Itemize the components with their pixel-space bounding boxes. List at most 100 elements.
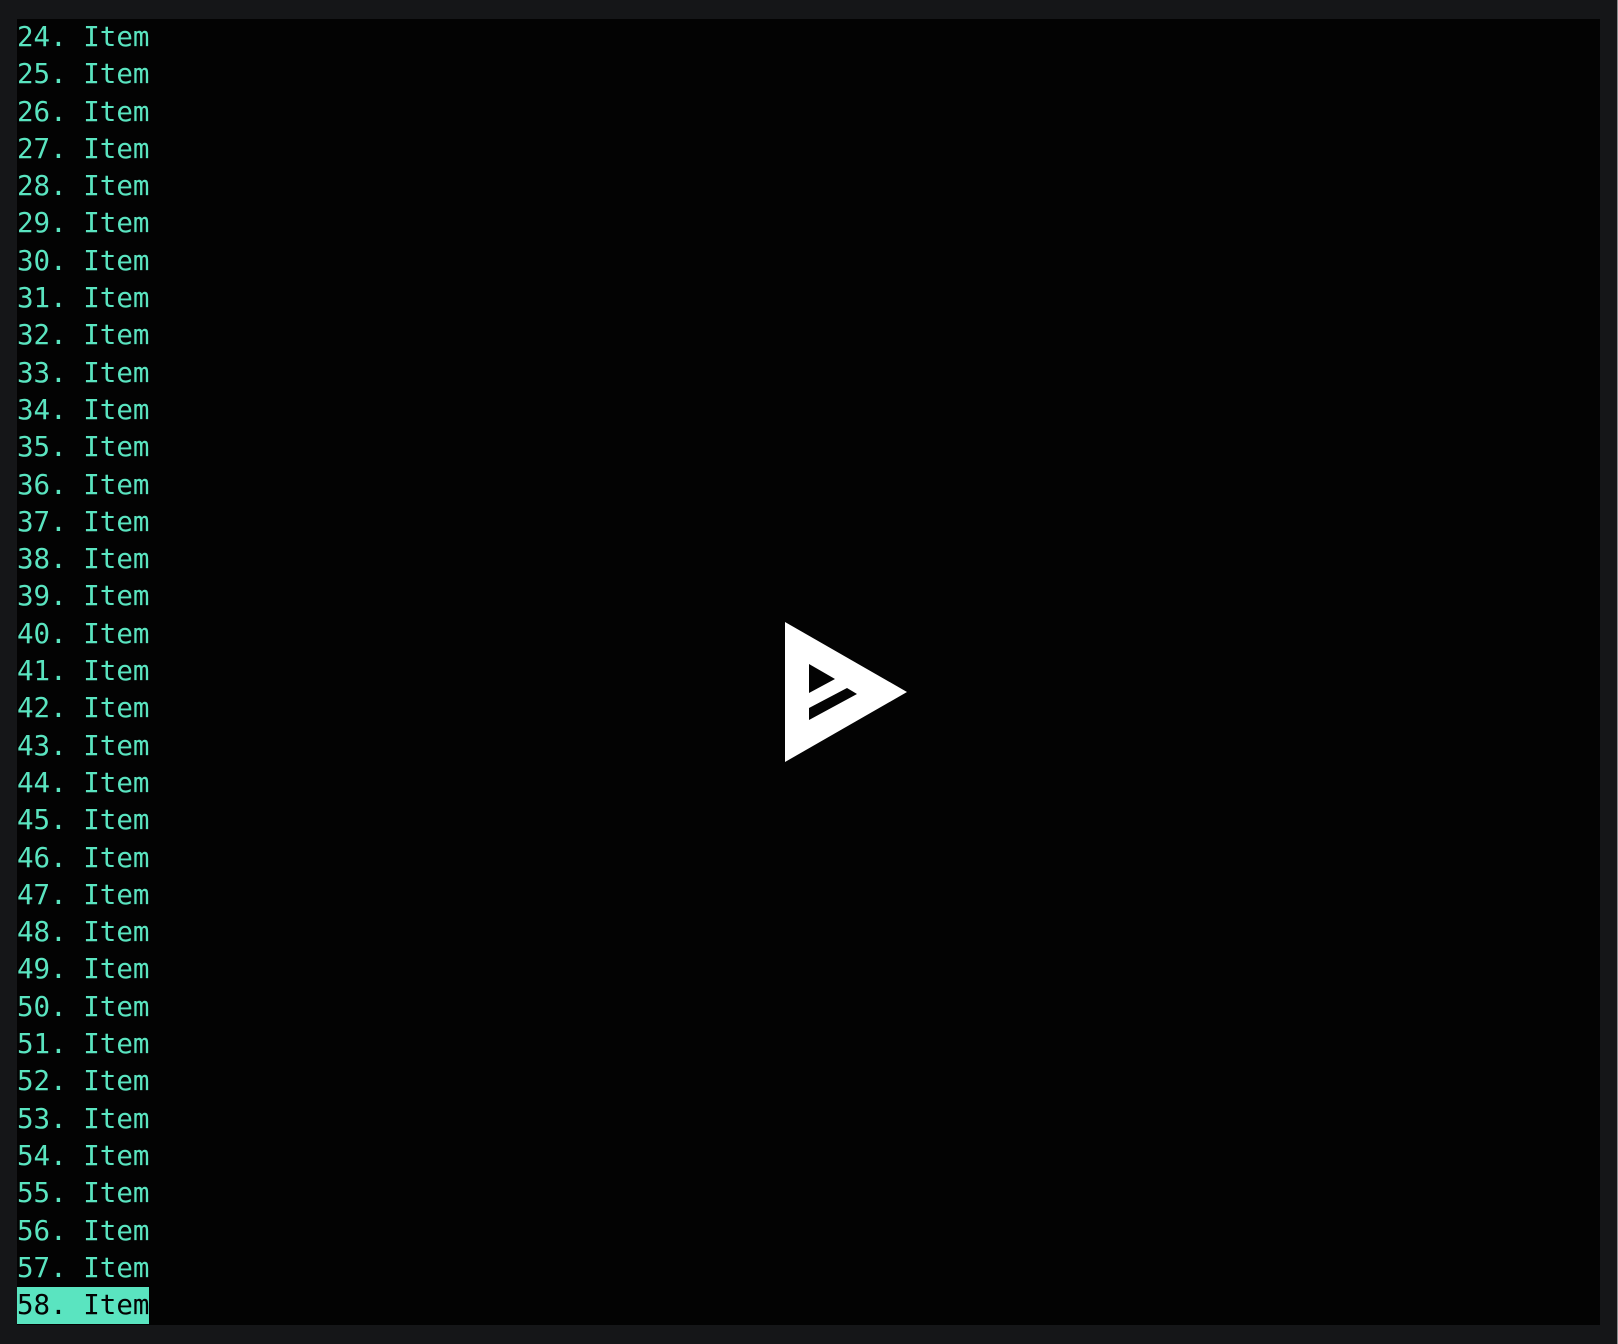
- list-item-number: 42.: [17, 692, 67, 725]
- list-item-text: 28. Item: [17, 168, 149, 205]
- list-item-number: 58.: [17, 1289, 67, 1322]
- list-item-label: Item: [83, 580, 150, 613]
- list-item[interactable]: 52. Item: [17, 1063, 149, 1100]
- list-item[interactable]: 56. Item: [17, 1213, 149, 1250]
- list-item-label: Item: [83, 804, 150, 837]
- list-item-text: 57. Item: [17, 1250, 149, 1287]
- list-item[interactable]: 38. Item: [17, 541, 149, 578]
- list-item-number: 50.: [17, 990, 67, 1023]
- list-item-number: 27.: [17, 132, 67, 165]
- list-item-number: 39.: [17, 580, 67, 613]
- list-item-text: 51. Item: [17, 1026, 149, 1063]
- list-item-text: 54. Item: [17, 1138, 149, 1175]
- list-item-label: Item: [83, 1251, 150, 1284]
- list-item-label: Item: [83, 282, 150, 315]
- list-item-text: 35. Item: [17, 429, 149, 466]
- list-item-number: 52.: [17, 1065, 67, 1098]
- list-item-label: Item: [83, 505, 150, 538]
- list-item[interactable]: 57. Item: [17, 1250, 149, 1287]
- list-item-number: 26.: [17, 95, 67, 128]
- list-item[interactable]: 34. Item: [17, 392, 149, 429]
- list-item[interactable]: 55. Item: [17, 1175, 149, 1212]
- list-item-selected[interactable]: 58. Item: [17, 1287, 150, 1325]
- list-item-text: 46. Item: [17, 840, 149, 877]
- list-item-label: Item: [83, 356, 150, 389]
- list-item-number: 51.: [17, 1028, 67, 1061]
- list-item-label: Item: [83, 1177, 150, 1210]
- list-item[interactable]: 53. Item: [17, 1101, 149, 1138]
- list-item[interactable]: 37. Item: [17, 504, 149, 541]
- list-item[interactable]: 54. Item: [17, 1138, 149, 1175]
- list-item-label: Item: [83, 692, 150, 725]
- list-item-label: Item: [83, 58, 150, 91]
- list-item[interactable]: 25. Item: [17, 56, 149, 93]
- list-item[interactable]: 30. Item: [17, 243, 149, 280]
- list-item-text: 36. Item: [17, 467, 149, 504]
- list-item-label: Item: [83, 170, 150, 203]
- list-item[interactable]: 43. Item: [17, 728, 149, 765]
- list-item-label: Item: [83, 207, 150, 240]
- list-item[interactable]: 32. Item: [17, 317, 149, 354]
- list-item-label: Item: [83, 655, 150, 688]
- list-item[interactable]: 41. Item: [17, 653, 149, 690]
- list-item[interactable]: 29. Item: [17, 205, 149, 242]
- list-item-text: 33. Item: [17, 355, 149, 392]
- play-logo-icon[interactable]: [785, 622, 907, 762]
- list-item[interactable]: 36. Item: [17, 467, 149, 504]
- list-item-text: 58. Item: [17, 1287, 150, 1325]
- list-item[interactable]: 45. Item: [17, 802, 149, 839]
- list-item-text: 55. Item: [17, 1175, 149, 1212]
- list-item-label: Item: [83, 766, 150, 799]
- list-item-label: Item: [83, 729, 150, 762]
- list-item-number: 30.: [17, 244, 67, 277]
- list-item[interactable]: 49. Item: [17, 951, 149, 988]
- list-item-label: Item: [83, 953, 150, 986]
- list-item-label: Item: [83, 1139, 150, 1172]
- list-item-number: 49.: [17, 953, 67, 986]
- list-item[interactable]: 51. Item: [17, 1026, 149, 1063]
- list-item[interactable]: 47. Item: [17, 877, 149, 914]
- list-item-text: 49. Item: [17, 951, 149, 988]
- list-item-number: 56.: [17, 1214, 67, 1247]
- list-item[interactable]: 24. Item: [17, 19, 149, 56]
- list-item[interactable]: 33. Item: [17, 355, 149, 392]
- list-item-text: 52. Item: [17, 1063, 149, 1100]
- list-item-text: 24. Item: [17, 19, 149, 56]
- list-item-number: 37.: [17, 505, 67, 538]
- list-item[interactable]: 42. Item: [17, 690, 149, 727]
- list-item[interactable]: 44. Item: [17, 765, 149, 802]
- player-frame: 24. Item 25. Item 26. Item 27. Item 28. Item…: [0, 0, 1618, 1344]
- list-item-number: 34.: [17, 393, 67, 426]
- list-item[interactable]: 50. Item: [17, 989, 149, 1026]
- list-item-label: Item: [83, 617, 150, 650]
- list-item-text: 48. Item: [17, 914, 149, 951]
- list-item-text: 30. Item: [17, 243, 149, 280]
- list-item[interactable]: 40. Item: [17, 616, 149, 653]
- list-item-text: 41. Item: [17, 653, 149, 690]
- list-item[interactable]: 35. Item: [17, 429, 149, 466]
- list-item-number: 43.: [17, 729, 67, 762]
- list-item[interactable]: 26. Item: [17, 94, 149, 131]
- list-item-number: 38.: [17, 543, 67, 576]
- list-item-label: Item: [83, 1028, 150, 1061]
- list-item-text: 29. Item: [17, 205, 149, 242]
- list-item-text: 27. Item: [17, 131, 149, 168]
- list-item[interactable]: 39. Item: [17, 578, 149, 615]
- list-item-label: Item: [83, 1065, 150, 1098]
- list-item-label: Item: [83, 1102, 150, 1135]
- list-item-number: 44.: [17, 766, 67, 799]
- list-item-text: 40. Item: [17, 616, 149, 653]
- list-item-text: 42. Item: [17, 690, 149, 727]
- list-item[interactable]: 27. Item: [17, 131, 149, 168]
- list-item[interactable]: 28. Item: [17, 168, 149, 205]
- list-item-number: 32.: [17, 319, 67, 352]
- list-item[interactable]: 48. Item: [17, 914, 149, 951]
- list-item-text: 53. Item: [17, 1101, 149, 1138]
- list-item-text: 56. Item: [17, 1213, 149, 1250]
- list-item-number: 40.: [17, 617, 67, 650]
- list-item-label: Item: [83, 1289, 150, 1322]
- list-item[interactable]: 31. Item: [17, 280, 149, 317]
- list-item-label: Item: [83, 878, 150, 911]
- list-item[interactable]: 46. Item: [17, 840, 149, 877]
- terminal-screen[interactable]: 24. Item 25. Item 26. Item 27. Item 28. Item…: [17, 19, 1600, 1325]
